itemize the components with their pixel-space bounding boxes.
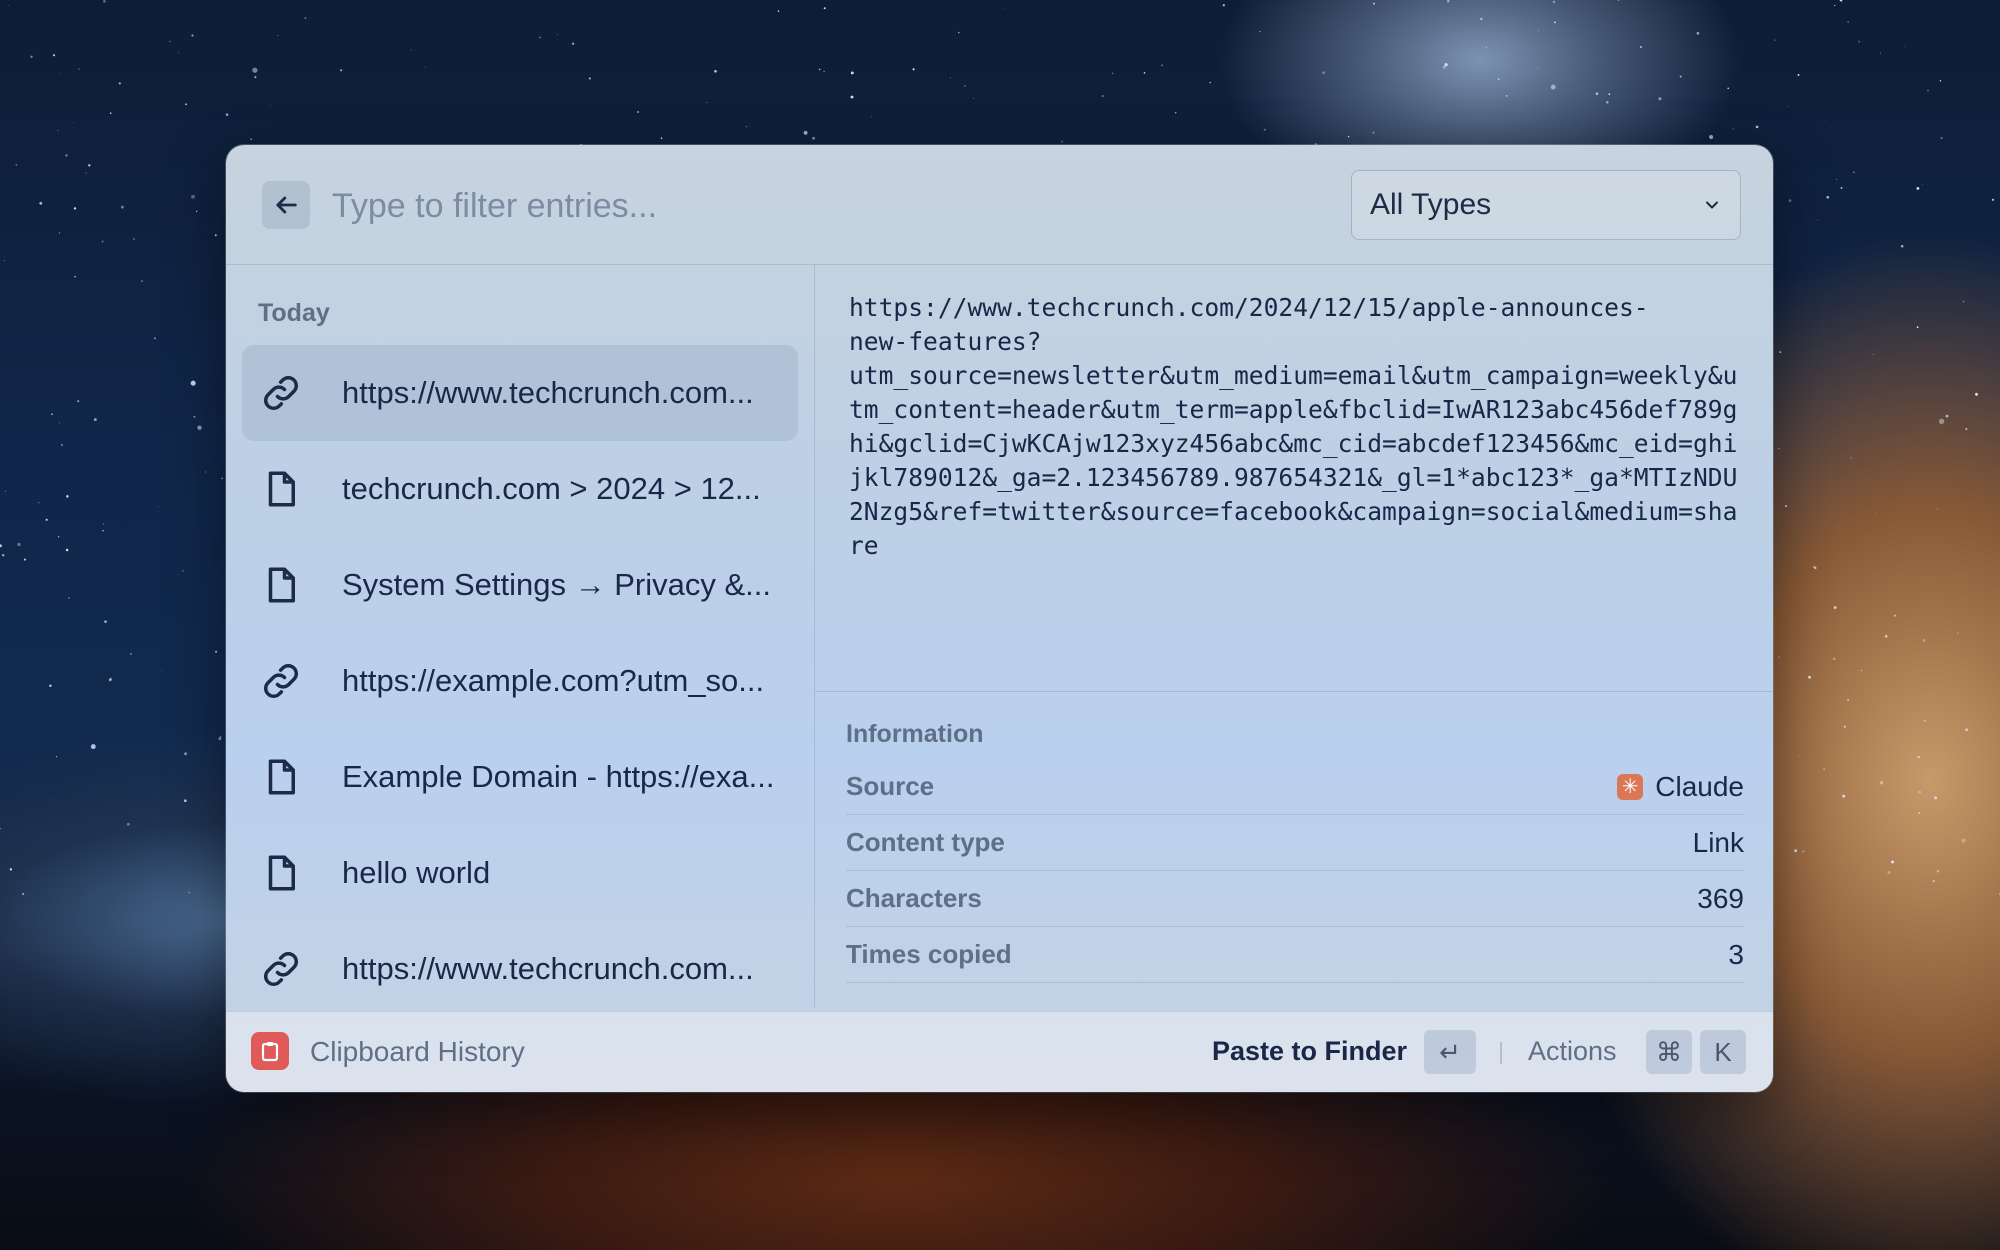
info-value: ✳ Claude [1617,771,1744,803]
list-item[interactable]: Example Domain - https://exa... [242,729,798,825]
info-value: Link [1692,826,1744,858]
list-item-label: https://www.techcrunch.com... [342,375,754,410]
info-key: Characters [846,883,982,913]
file-icon [268,471,295,507]
info-value: 3 [1728,938,1744,970]
app-name: Clipboard History [310,1036,525,1067]
clipboard-history-window: All Types Today https://www.techcrunch.c… [226,145,1773,1092]
list-item[interactable]: System Settings → Privacy &... [242,537,798,633]
list-item-label: https://www.techcrunch.com... [342,951,754,986]
section-title-today: Today [258,299,330,327]
list-item-label: Example Domain - https://exa... [342,759,775,794]
content-preview: https://www.techcrunch.com/2024/12/15/ap… [815,265,1773,692]
list-item-label: System Settings → Privacy &... [342,567,771,602]
link-icon [264,376,298,410]
type-filter-value: All Types [1370,188,1492,221]
search-bar: All Types [226,145,1773,265]
list-item-label: https://example.com?utm_so... [342,663,765,698]
information-section: Information Source ✳ Claude Content type… [846,709,1744,983]
k-key-badge: K [1700,1030,1746,1074]
entries-list: https://www.techcrunch.com... techcrunch.… [242,345,798,1008]
link-icon [264,664,298,698]
filter-input[interactable] [330,175,1234,237]
back-button[interactable] [262,181,310,229]
actions-button[interactable]: Actions [1528,1036,1617,1067]
enter-key-badge: ↵ [1424,1030,1476,1074]
paste-to-finder-button[interactable]: Paste to Finder [1212,1036,1407,1067]
list-item[interactable]: hello world [242,825,798,921]
entries-list-panel: Today https://www.techcrunch.com... techc… [226,265,815,1008]
list-item[interactable]: techcrunch.com > 2024 > 12... [242,441,798,537]
clipboard-icon [251,1032,289,1070]
link-icon [264,952,298,986]
file-icon [268,759,295,795]
info-key: Source [846,771,935,801]
info-value: 369 [1697,882,1744,914]
information-title: Information [846,720,984,748]
divider [1500,1042,1502,1064]
list-item-label: hello world [342,855,491,890]
source-value: Claude [1655,770,1744,802]
file-icon [268,567,295,603]
list-item[interactable]: https://example.com?utm_so... [242,633,798,729]
command-key-badge: ⌘ [1646,1030,1692,1074]
info-key: Times copied [846,939,1012,969]
action-bar: Clipboard History Paste to Finder ↵ Acti… [226,1011,1773,1092]
list-item-label: techcrunch.com > 2024 > 12... [342,471,761,506]
chevron-down-icon [1706,201,1718,209]
detail-panel: https://www.techcrunch.com/2024/12/15/ap… [815,265,1773,1008]
content-text: https://www.techcrunch.com/2024/12/15/ap… [849,293,1738,560]
file-icon [268,855,295,891]
list-item[interactable]: https://www.techcrunch.com... [242,921,798,1008]
list-item[interactable]: https://www.techcrunch.com... [242,345,798,441]
arrow-left-icon [276,196,297,214]
type-filter-dropdown[interactable]: All Types [1351,170,1741,240]
info-row-content-type: Content type Link [846,815,1744,871]
claude-app-icon: ✳ [1617,773,1644,800]
info-key: Content type [846,827,1005,857]
info-row-times-copied: Times copied 3 [846,927,1744,983]
info-row-characters: Characters 369 [846,871,1744,927]
info-row-source: Source ✳ Claude [846,759,1744,815]
